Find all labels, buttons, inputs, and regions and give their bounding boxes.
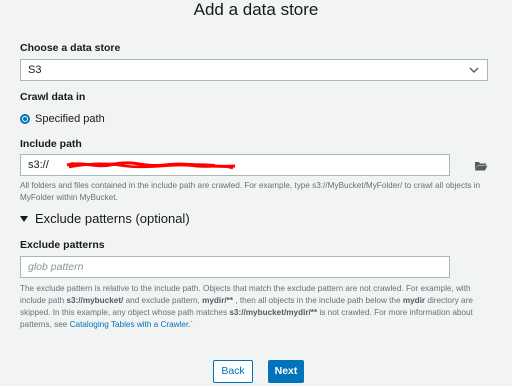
data-store-selected-value: S3 xyxy=(28,64,42,76)
back-button[interactable]: Back xyxy=(213,360,253,383)
exclude-section-title: Exclude patterns (optional) xyxy=(35,211,190,226)
exclude-patterns-label: Exclude patterns xyxy=(20,239,105,251)
exclude-pattern-help: The exclude pattern is relative to the i… xyxy=(20,284,473,329)
specified-path-radio[interactable] xyxy=(20,114,30,124)
include-path-input[interactable]: s3:// xyxy=(20,154,450,176)
include-path-value: s3:// xyxy=(28,159,49,171)
data-store-label: Choose a data store xyxy=(20,42,121,54)
include-path-label: Include path xyxy=(20,138,82,150)
caret-down-icon xyxy=(20,215,28,222)
chevron-down-icon xyxy=(469,67,479,73)
data-store-select[interactable]: S3 xyxy=(20,59,488,81)
specified-path-option[interactable]: Specified path xyxy=(20,111,105,127)
exclude-pattern-input[interactable]: glob pattern xyxy=(20,256,450,278)
cataloging-tables-link[interactable]: Cataloging Tables with a Crawler. xyxy=(70,320,191,329)
specified-path-label: Specified path xyxy=(35,113,105,125)
exclude-patterns-expander[interactable]: Exclude patterns (optional) xyxy=(20,211,190,226)
folder-icon[interactable] xyxy=(474,160,488,171)
crawl-data-label: Crawl data in xyxy=(20,91,86,103)
include-path-help: All folders and files contained in the i… xyxy=(20,181,481,202)
exclude-pattern-placeholder: glob pattern xyxy=(28,261,84,273)
next-button[interactable]: Next xyxy=(268,360,304,383)
redaction-scribble xyxy=(66,161,236,170)
page-title: Add a data store xyxy=(193,0,319,19)
